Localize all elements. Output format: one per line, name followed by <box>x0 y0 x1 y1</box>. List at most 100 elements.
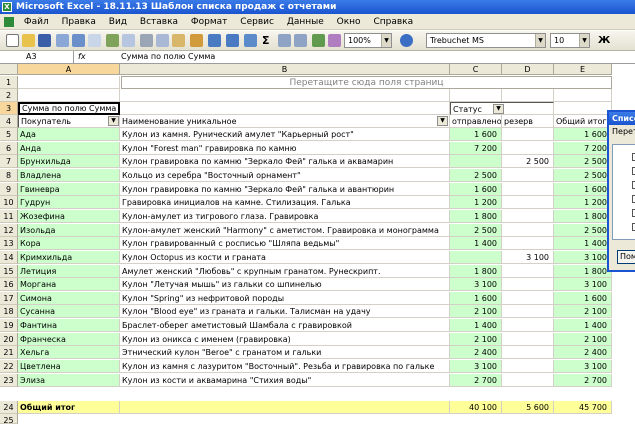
sent-cell[interactable]: 1 400 <box>450 237 502 251</box>
sent-cell[interactable]: 3 100 <box>450 278 502 292</box>
grand-total-label[interactable]: Общий итог <box>18 401 120 414</box>
item-cell[interactable]: Кулон "Forest man" гравировка по камню <box>120 141 450 155</box>
menu-edit[interactable]: Правка <box>57 14 101 30</box>
reserve-cell[interactable] <box>502 360 554 374</box>
sent-cell[interactable]: 1 400 <box>450 319 502 333</box>
spelling-icon[interactable] <box>106 34 119 47</box>
row-header[interactable]: 4 <box>0 115 18 128</box>
excel-menu-icon[interactable] <box>4 17 14 27</box>
buyer-cell[interactable]: Цветлена <box>18 360 120 374</box>
total-cell[interactable]: 2 500 <box>554 168 612 182</box>
sent-cell[interactable]: 2 100 <box>450 332 502 346</box>
cell[interactable] <box>120 89 450 102</box>
row-header[interactable]: 3 <box>0 102 18 115</box>
name-box[interactable]: A3 <box>0 51 74 63</box>
item-cell[interactable]: Амулет женский "Любовь" с крупным гранат… <box>120 264 450 278</box>
buyer-cell[interactable]: Хельга <box>18 346 120 360</box>
total-cell[interactable]: 2 700 <box>554 373 612 387</box>
formula-input[interactable]: Сумма по полю Сумма <box>121 51 215 63</box>
cell[interactable] <box>554 102 612 115</box>
row-header[interactable]: 5 <box>0 128 18 141</box>
sort-asc-icon[interactable] <box>278 34 291 47</box>
total-cell[interactable]: 7 200 <box>554 141 612 155</box>
row-header[interactable]: 10 <box>0 196 18 210</box>
status-field-button[interactable]: Статус ▼ <box>450 102 554 115</box>
total-cell[interactable]: 1 200 <box>554 196 612 210</box>
sent-cell[interactable]: 1 200 <box>450 196 502 210</box>
sent-cell[interactable]: 2 500 <box>450 223 502 237</box>
format-painter-icon[interactable] <box>190 34 203 47</box>
grand-total-reserve[interactable]: 5 600 <box>502 401 554 414</box>
row-header[interactable]: 19 <box>0 319 18 333</box>
sort-desc-icon[interactable] <box>294 34 307 47</box>
cell[interactable] <box>18 89 120 102</box>
buyer-cell[interactable]: Кримхильда <box>18 250 120 264</box>
paste-icon[interactable] <box>172 34 185 47</box>
redo-icon[interactable] <box>226 34 239 47</box>
cell[interactable] <box>18 76 120 89</box>
column-header-e[interactable]: E <box>554 64 612 75</box>
cell[interactable] <box>554 89 612 102</box>
reserve-cell[interactable] <box>502 332 554 346</box>
item-cell[interactable]: Кулон гравированный с росписью "Шляпа ве… <box>120 237 450 251</box>
zoom-combo[interactable]: 100% ▼ <box>344 33 392 48</box>
buyer-cell[interactable]: Сусанна <box>18 305 120 319</box>
item-cell[interactable]: Кулон из камня с лазуритом "Восточный". … <box>120 360 450 374</box>
permission-icon[interactable] <box>56 34 69 47</box>
total-cell[interactable]: 3 100 <box>554 250 612 264</box>
cell[interactable] <box>502 89 554 102</box>
row-header[interactable]: 22 <box>0 360 18 374</box>
sent-cell[interactable]: 7 200 <box>450 141 502 155</box>
column-header-b[interactable]: B <box>120 64 450 75</box>
open-icon[interactable] <box>22 34 35 47</box>
total-cell[interactable]: 2 100 <box>554 305 612 319</box>
item-cell[interactable]: Кулон гравировка по камню "Зеркало Фей" … <box>120 182 450 196</box>
sent-cell[interactable]: 2 400 <box>450 346 502 360</box>
chevron-down-icon[interactable]: ▼ <box>437 116 448 126</box>
column-header-c[interactable]: C <box>450 64 502 75</box>
font-size-combo[interactable]: 10 ▼ <box>550 33 590 48</box>
row-header[interactable]: 24 <box>0 401 18 414</box>
item-cell[interactable]: Кольцо из серебра "Восточный орнамент" <box>120 168 450 182</box>
menu-format[interactable]: Формат <box>186 14 233 30</box>
chevron-down-icon[interactable]: ▼ <box>108 116 119 126</box>
reserve-cell[interactable] <box>502 373 554 387</box>
row-header[interactable]: 2 <box>0 89 18 102</box>
drawing-icon[interactable] <box>328 34 341 47</box>
buyer-cell[interactable]: Гвиневра <box>18 182 120 196</box>
chevron-down-icon[interactable]: ▼ <box>381 34 391 47</box>
fx-icon[interactable]: fx <box>78 51 118 63</box>
reserve-cell[interactable] <box>502 182 554 196</box>
hyperlink-icon[interactable] <box>244 34 257 47</box>
row-header[interactable]: 15 <box>0 264 18 278</box>
item-cell[interactable]: Кулон Octopus из кости и граната <box>120 250 450 264</box>
total-cell[interactable]: 1 600 <box>554 128 612 141</box>
buyer-field-button[interactable]: Покупатель ▼ <box>18 115 120 128</box>
menu-view[interactable]: Вид <box>104 14 132 30</box>
item-cell[interactable]: Этнический кулон "Berое" с гранатом и га… <box>120 346 450 360</box>
reserve-cell[interactable] <box>502 346 554 360</box>
column-header-d[interactable]: D <box>502 64 554 75</box>
item-cell[interactable]: Кулон гравировка по камню "Зеркало Фей" … <box>120 155 450 169</box>
chevron-down-icon[interactable]: ▼ <box>535 34 545 47</box>
item-cell[interactable]: Кулон-амулет женский "Harmony" с аметист… <box>120 223 450 237</box>
grand-total-column-header[interactable]: Общий итог <box>554 115 612 128</box>
buyer-cell[interactable]: Симона <box>18 291 120 305</box>
bold-icon[interactable]: Ж <box>598 34 610 48</box>
row-header[interactable]: 23 <box>0 373 18 387</box>
buyer-cell[interactable]: Владлена <box>18 168 120 182</box>
sent-cell[interactable]: 2 100 <box>450 305 502 319</box>
reserve-cell[interactable] <box>502 237 554 251</box>
chart-wizard-icon[interactable] <box>312 34 325 47</box>
buyer-cell[interactable]: Моргана <box>18 278 120 292</box>
row-header[interactable]: 25 <box>0 414 18 425</box>
total-cell[interactable]: 1 400 <box>554 319 612 333</box>
pivot-data-field-cell[interactable]: Сумма по полю Сумма <box>18 102 120 115</box>
row-header[interactable]: 14 <box>0 250 18 264</box>
reserve-cell[interactable]: 2 500 <box>502 155 554 169</box>
row-header[interactable]: 9 <box>0 182 18 196</box>
buyer-cell[interactable]: Франческа <box>18 332 120 346</box>
cell[interactable] <box>120 401 450 414</box>
reserve-cell[interactable] <box>502 209 554 223</box>
sent-cell[interactable]: 2 700 <box>450 373 502 387</box>
